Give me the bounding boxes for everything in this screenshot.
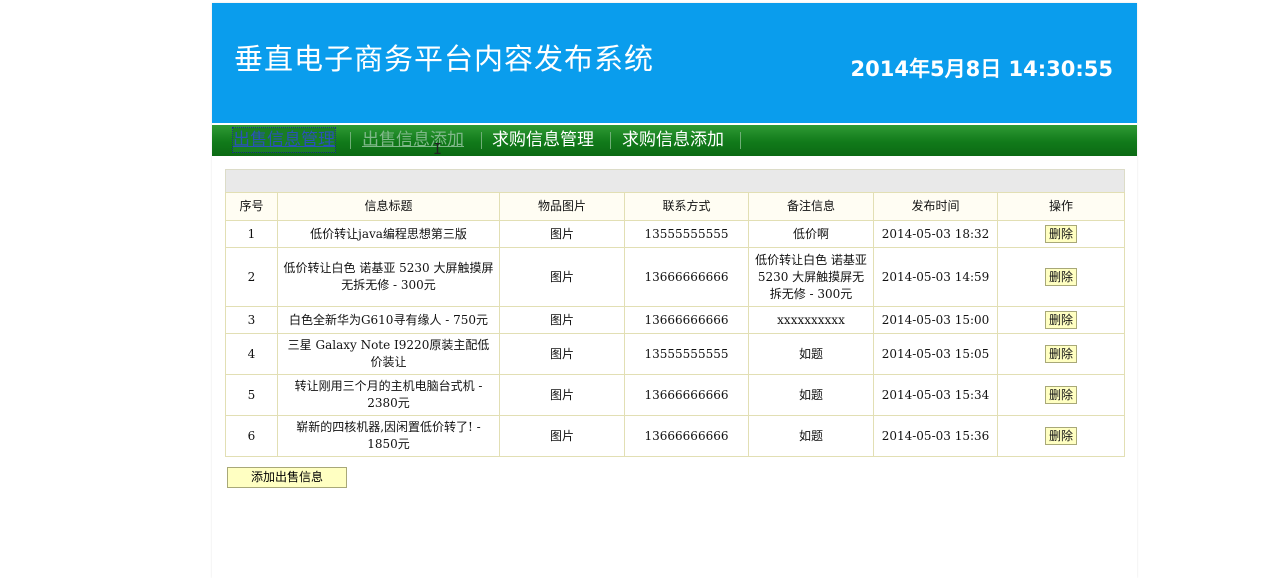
- table-row: 2 低价转让白色 诺基亚 5230 大屏触摸屏无拆无修 - 300元 图片 13…: [225, 247, 1125, 307]
- cell-action: 删除: [997, 333, 1125, 375]
- cell-image: 图片: [499, 306, 625, 334]
- cell-no: 4: [225, 333, 278, 375]
- table-header-row: 序号 信息标题 物品图片 联系方式 备注信息 发布时间 操作: [225, 192, 1125, 221]
- delete-button[interactable]: 删除: [1044, 345, 1077, 363]
- delete-button[interactable]: 删除: [1044, 225, 1077, 243]
- cell-no: 1: [225, 220, 278, 248]
- nav-item-sale-manage[interactable]: 出售信息管理: [232, 127, 336, 153]
- table-caption-bar: [225, 169, 1125, 193]
- cell-time: 2014-05-03 15:36: [873, 415, 998, 457]
- cell-title: 白色全新华为G610寻有缘人 - 750元: [277, 306, 500, 334]
- nav-separator: [481, 132, 482, 149]
- table-row: 3 白色全新华为G610寻有缘人 - 750元 图片 13666666666 x…: [225, 306, 1125, 334]
- nav-item-buy-manage[interactable]: 求购信息管理: [492, 128, 594, 152]
- header-banner: 垂直电子商务平台内容发布系统 2014年5月8日 14:30:55: [212, 3, 1137, 123]
- delete-button[interactable]: 删除: [1044, 311, 1077, 329]
- datetime-display: 2014年5月8日 14:30:55: [850, 57, 1113, 81]
- table-row: 6 崭新的四核机器,因闲置低价转了! - 1850元 图片 1366666666…: [225, 415, 1125, 457]
- cell-contact: 13666666666: [624, 415, 749, 457]
- delete-button[interactable]: 删除: [1044, 386, 1077, 404]
- cell-title: 转让刚用三个月的主机电脑台式机 - 2380元: [277, 374, 500, 416]
- cell-image: 图片: [499, 333, 625, 375]
- table-row: 1 低价转让java编程思想第三版 图片 13555555555 低价啊 201…: [225, 220, 1125, 248]
- cell-note: xxxxxxxxxx: [748, 306, 874, 334]
- table-row: 5 转让刚用三个月的主机电脑台式机 - 2380元 图片 13666666666…: [225, 374, 1125, 416]
- cell-no: 2: [225, 247, 278, 307]
- add-sale-info-button[interactable]: 添加出售信息: [227, 467, 347, 488]
- cell-title: 低价转让java编程思想第三版: [277, 220, 500, 248]
- cell-no: 6: [225, 415, 278, 457]
- cell-note: 如题: [748, 415, 874, 457]
- cell-contact: 13666666666: [624, 374, 749, 416]
- sale-info-table: 序号 信息标题 物品图片 联系方式 备注信息 发布时间 操作 1 低价转让jav…: [225, 192, 1125, 457]
- cell-title: 低价转让白色 诺基亚 5230 大屏触摸屏无拆无修 - 300元: [277, 247, 500, 307]
- table-row: 4 三星 Galaxy Note I9220原装主配低价装让 图片 135555…: [225, 333, 1125, 375]
- cell-time: 2014-05-03 15:05: [873, 333, 998, 375]
- cell-contact: 13666666666: [624, 306, 749, 334]
- cell-title: 崭新的四核机器,因闲置低价转了! - 1850元: [277, 415, 500, 457]
- cell-image: 图片: [499, 247, 625, 307]
- cell-note: 如题: [748, 333, 874, 375]
- page-container: 垂直电子商务平台内容发布系统 2014年5月8日 14:30:55 出售信息管理…: [212, 3, 1137, 578]
- cell-contact: 13666666666: [624, 247, 749, 307]
- cell-action: 删除: [997, 247, 1125, 307]
- cell-time: 2014-05-03 14:59: [873, 247, 998, 307]
- nav-item-sale-add[interactable]: 出售信息添加: [362, 128, 464, 152]
- column-header-action: 操作: [997, 192, 1125, 221]
- column-header-note: 备注信息: [748, 192, 874, 221]
- cell-action: 删除: [997, 415, 1125, 457]
- cell-no: 3: [225, 306, 278, 334]
- cell-contact: 13555555555: [624, 220, 749, 248]
- cell-note: 如题: [748, 374, 874, 416]
- column-header-no: 序号: [225, 192, 278, 221]
- cell-image: 图片: [499, 415, 625, 457]
- column-header-image: 物品图片: [499, 192, 625, 221]
- cell-time: 2014-05-03 18:32: [873, 220, 998, 248]
- column-header-title: 信息标题: [277, 192, 500, 221]
- nav-item-buy-add[interactable]: 求购信息添加: [622, 128, 724, 152]
- cell-time: 2014-05-03 15:00: [873, 306, 998, 334]
- cell-contact: 13555555555: [624, 333, 749, 375]
- cell-no: 5: [225, 374, 278, 416]
- cell-image: 图片: [499, 374, 625, 416]
- text-cursor-icon: I: [433, 140, 443, 158]
- nav-separator: [610, 132, 611, 149]
- cell-note: 低价啊: [748, 220, 874, 248]
- cell-note: 低价转让白色 诺基亚 5230 大屏触摸屏无拆无修 - 300元: [748, 247, 874, 307]
- nav-separator: [740, 132, 741, 149]
- delete-button[interactable]: 删除: [1044, 427, 1077, 445]
- delete-button[interactable]: 删除: [1044, 268, 1077, 286]
- nav-separator: [350, 132, 351, 149]
- cell-image: 图片: [499, 220, 625, 248]
- cell-time: 2014-05-03 15:34: [873, 374, 998, 416]
- cell-title: 三星 Galaxy Note I9220原装主配低价装让: [277, 333, 500, 375]
- cell-action: 删除: [997, 220, 1125, 248]
- site-title: 垂直电子商务平台内容发布系统: [234, 42, 655, 76]
- column-header-contact: 联系方式: [624, 192, 749, 221]
- cell-action: 删除: [997, 374, 1125, 416]
- column-header-time: 发布时间: [873, 192, 998, 221]
- main-nav: 出售信息管理 出售信息添加 求购信息管理 求购信息添加: [212, 125, 1137, 156]
- cell-action: 删除: [997, 306, 1125, 334]
